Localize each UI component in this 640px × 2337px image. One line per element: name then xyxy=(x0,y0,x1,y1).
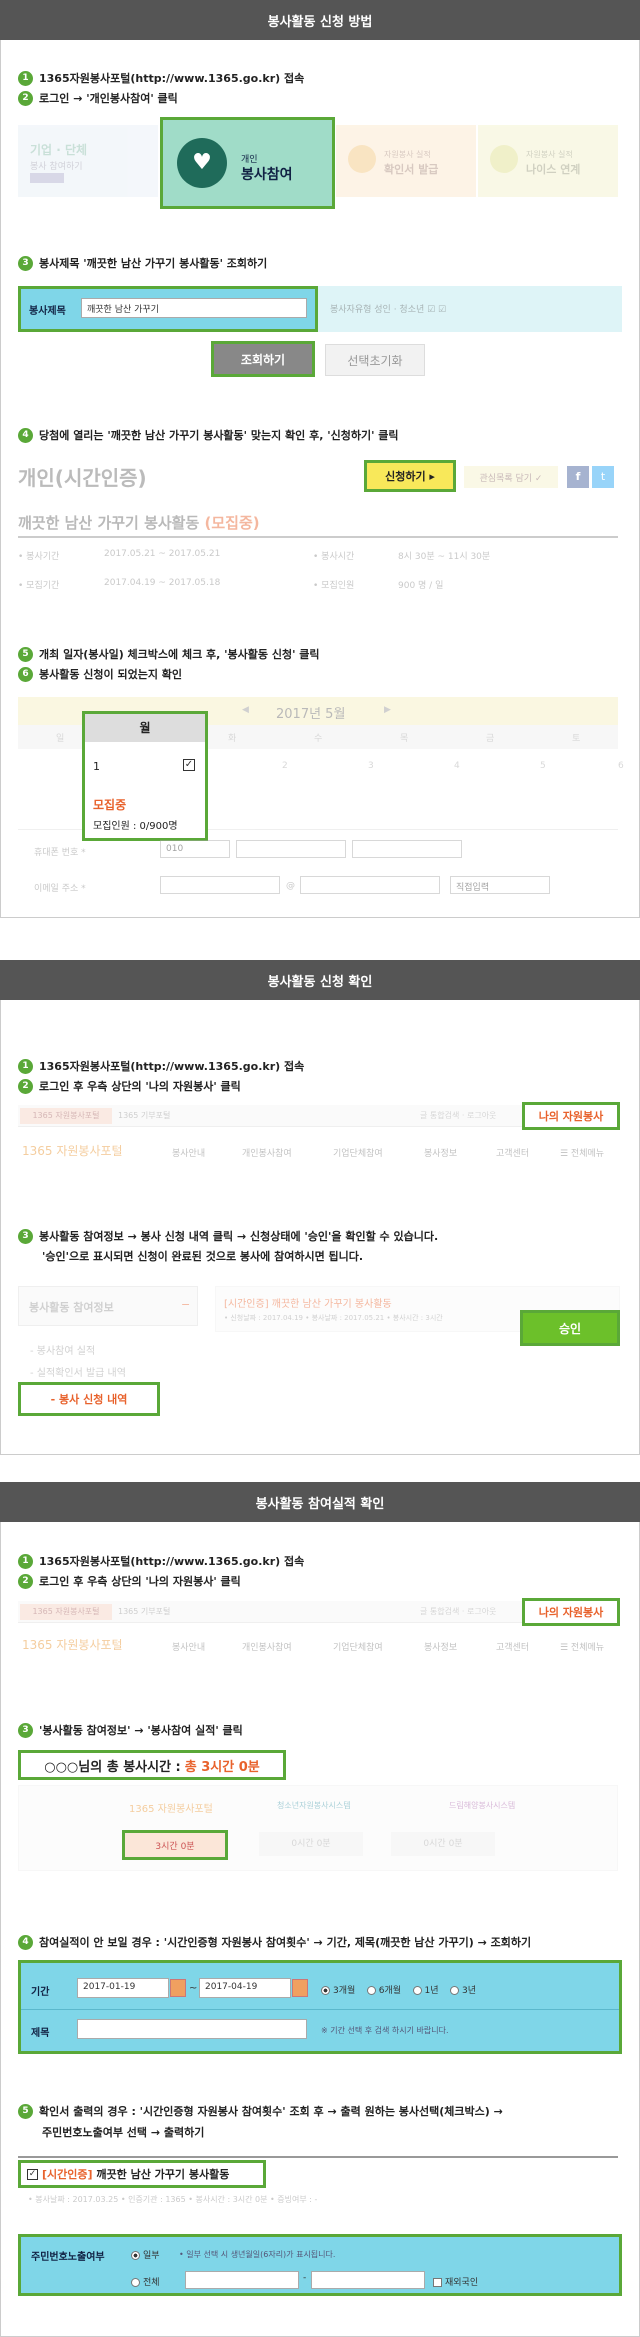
step-5: 5 확인서 출력의 경우 : '시간인증형 자원봉사 참여횟수' 조회 후 → 출… xyxy=(18,2103,503,2119)
section-title: 봉사활동 참여실적 확인 xyxy=(0,1482,640,1522)
topbar-tab-donation[interactable]: 1365 기부포털 xyxy=(118,1606,170,1617)
menu-group[interactable]: 기업 · 단체 봉사 참여하기 xyxy=(18,125,158,197)
topbar-tab-volunteer[interactable]: 1365 자원봉사포털 xyxy=(20,1108,112,1124)
section-apply-confirm xyxy=(0,960,640,1455)
next-month-icon[interactable]: ▶ xyxy=(384,705,391,715)
calendar-icon[interactable] xyxy=(170,1979,186,1997)
step-5: 5 개최 일자(봉사일) 체크박스에 체크 후, '봉사활동 신청' 클릭 xyxy=(18,646,320,662)
step-2: 2 로그인 후 우측 상단의 '나의 자원봉사' 클릭 xyxy=(18,1078,241,1094)
step-4: 4 당첨에 열리는 '깨끗한 남산 가꾸기 봉사활동' 맞는지 확인 후, '신청… xyxy=(18,427,399,443)
nav-item[interactable]: 개인봉사참여 xyxy=(242,1146,292,1159)
total-hours: ○○○님의 총 봉사시간 : 총 3시간 0분 xyxy=(18,1750,286,1780)
id-front-input[interactable] xyxy=(185,2271,299,2289)
nav-item[interactable]: 봉사정보 xyxy=(424,1146,457,1159)
radio-part[interactable]: 일부 xyxy=(131,2248,160,2261)
foreigner-checkbox[interactable]: 재외국인 xyxy=(433,2275,478,2288)
heart-hand-icon: ♥ xyxy=(177,138,227,188)
radio-3y[interactable]: 3년 xyxy=(449,1986,476,1996)
id-back-input[interactable] xyxy=(311,2271,425,2289)
search-title-box: 봉사제목 깨끗한 남산 가꾸기 xyxy=(18,286,318,332)
site-logo[interactable]: 1365 자원봉사포털 xyxy=(22,1636,123,1653)
nav-item-all-menu[interactable]: ☰ 전체메뉴 xyxy=(560,1640,604,1653)
step-2: 2 로그인 → '개인봉사참여' 클릭 xyxy=(18,90,178,106)
search-type: 봉사자유형 성인 · 청소년 ☑ ☑ xyxy=(330,305,447,315)
menu-neis[interactable]: 자원봉사 실적 나이스 연계 xyxy=(478,125,618,197)
search-filter-box: 기간 2017-01-19 ~ 2017-04-19 3개월 6개월 1년 3년… xyxy=(18,1960,622,2054)
radio-1y[interactable]: 1년 xyxy=(412,1986,439,1996)
topbar-tab-volunteer[interactable]: 1365 자원봉사포털 xyxy=(20,1604,112,1620)
twitter-icon[interactable]: t xyxy=(592,466,614,488)
id-exposure-box: 주민번호노출여부 일부 • 일부 선택 시 생년월일(6자리)가 표시됩니다. … xyxy=(18,2234,622,2296)
pencil-icon xyxy=(490,145,518,173)
step-2: 2 로그인 후 우측 상단의 '나의 자원봉사' 클릭 xyxy=(18,1573,241,1589)
search-title-input[interactable]: 깨끗한 남산 가꾸기 xyxy=(81,298,307,318)
interest-button[interactable]: 관심목록 담기 ✓ xyxy=(464,466,558,488)
nav-item[interactable]: 고객센터 xyxy=(496,1640,529,1653)
nav-item[interactable]: 기업단체참여 xyxy=(333,1640,383,1653)
period-radio-group: 3개월 6개월 1년 3년 xyxy=(321,1983,476,1996)
reset-button[interactable]: 선택초기화 xyxy=(325,344,425,376)
nav-item[interactable]: 봉사안내 xyxy=(172,1146,205,1159)
step-3: 3 봉사활동 참여정보 → 봉사 신청 내역 클릭 → 신청상태에 '승인'을 확… xyxy=(18,1228,438,1244)
step-6: 6 봉사활동 신청이 되었는지 확인 xyxy=(18,666,182,682)
contact-form: 휴대폰 번호 * 010 이메일 주소 * @ 직접입력 xyxy=(18,840,618,900)
prev-month-icon[interactable]: ◀ xyxy=(242,705,249,715)
side-menu: 봉사활동 참여정보 − xyxy=(18,1286,198,1326)
radio-6m[interactable]: 6개월 xyxy=(366,1986,401,1996)
certificate-icon xyxy=(348,145,376,173)
approve-badge: 승인 xyxy=(520,1310,620,1346)
side-item[interactable]: - 봉사참여 실적 xyxy=(30,1342,95,1357)
record-checkbox[interactable]: ✓ xyxy=(27,2168,38,2180)
topbar-extra: 글 통합검색 · 로그아웃 xyxy=(420,1607,497,1616)
step-4: 4 참여실적이 안 보일 경우 : '시간인증형 자원봉사 참여횟수' → 기간,… xyxy=(18,1934,531,1950)
category-title: 개인(시간인증) xyxy=(18,466,147,490)
step-1: 1 1365자원봉사포털(http://www.1365.go.kr) 접속 xyxy=(18,1058,304,1074)
calendar-monday-cell[interactable]: 월 1 ✓ 모집중 모집인원 : 0/900명 xyxy=(82,711,208,841)
my-volunteer-button[interactable]: 나의 자원봉사 xyxy=(522,1102,620,1130)
step-3: 3 '봉사활동 참여정보' → '봉사참여 실적' 클릭 xyxy=(18,1722,243,1738)
date-from-input[interactable]: 2017-01-19 xyxy=(77,1978,169,1998)
radio-all[interactable]: 전체 xyxy=(131,2275,160,2288)
topbar-tab-donation[interactable]: 1365 기부포털 xyxy=(118,1110,170,1121)
nav-item[interactable]: 고객센터 xyxy=(496,1146,529,1159)
site-logo[interactable]: 1365 자원봉사포털 xyxy=(22,1142,123,1159)
record-entry-select[interactable]: ✓ [시간인증] 깨끗한 남산 가꾸기 봉사활동 xyxy=(18,2160,266,2188)
activity-title: 깨끗한 남산 가꾸기 봉사활동 (모집중) xyxy=(18,514,260,532)
section-title: 봉사활동 신청 방법 xyxy=(0,0,640,40)
calendar-icon[interactable] xyxy=(292,1979,308,1997)
nav-item[interactable]: 봉사정보 xyxy=(424,1640,457,1653)
step-1: 1 1365자원봉사포털(http://www.1365.go.kr) 접속 xyxy=(18,1553,304,1569)
my-volunteer-button[interactable]: 나의 자원봉사 xyxy=(522,1598,620,1626)
side-item[interactable]: - 실적확인서 발급 내역 xyxy=(30,1364,126,1379)
step-1: 1 1365자원봉사포털(http://www.1365.go.kr) 접속 xyxy=(18,70,304,86)
step-3: 3 봉사제목 '깨끗한 남산 가꾸기 봉사활동' 조회하기 xyxy=(18,255,267,271)
date-to-input[interactable]: 2017-04-19 xyxy=(199,1978,291,1998)
nav-item[interactable]: 기업단체참여 xyxy=(333,1146,383,1159)
record-entry-meta: • 봉사날짜 : 2017.03.25 • 인증기관 : 1365 • 봉사시간… xyxy=(28,2195,318,2204)
nav-item[interactable]: 개인봉사참여 xyxy=(242,1640,292,1653)
date-checkbox[interactable]: ✓ xyxy=(183,759,195,771)
side-item-apply-history[interactable]: - 봉사 신청 내역 xyxy=(18,1382,160,1416)
facebook-icon[interactable]: f xyxy=(567,466,589,488)
step-5-note: 주민번호노출여부 선택 → 출력하기 xyxy=(42,2126,205,2139)
menu-personal[interactable]: ♥ 개인 봉사참여 xyxy=(160,117,335,209)
section-title: 봉사활동 신청 확인 xyxy=(0,960,640,1000)
search-button[interactable]: 조회하기 xyxy=(211,341,315,377)
apply-button[interactable]: 신청하기 ▸ xyxy=(364,460,456,492)
nav-item-all-menu[interactable]: ☰ 전체메뉴 xyxy=(560,1146,604,1159)
topbar-extra: 글 통합검색 · 로그아웃 xyxy=(420,1111,497,1120)
radio-3m[interactable]: 3개월 xyxy=(321,1986,355,1996)
title-input[interactable] xyxy=(77,2019,307,2039)
step-3-note: '승인'으로 표시되면 신청이 완료된 것으로 봉사에 참여하시면 됩니다. xyxy=(42,1250,364,1263)
nav-item[interactable]: 봉사안내 xyxy=(172,1640,205,1653)
portal-time-1365: 3시간 0분 xyxy=(122,1830,228,1860)
portal-stats: 1365 자원봉사포털 청소년자원봉사시스템 드림해양봉사시스템 0시간 0분 … xyxy=(18,1785,618,1871)
menu-confirm[interactable]: 자원봉사 실적 확인서 발급 xyxy=(336,125,476,197)
